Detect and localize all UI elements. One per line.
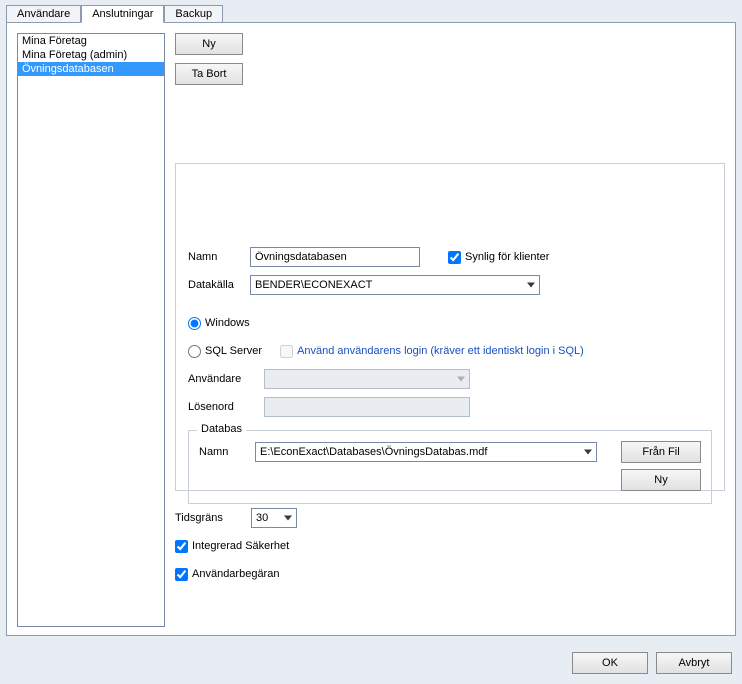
datasource-label: Datakälla [188,279,250,291]
user-request-label: Användarbegäran [192,568,279,580]
name-input[interactable] [250,247,420,267]
user-label: Användare [188,373,264,385]
datasource-value: BENDER\ECONEXACT [255,279,372,291]
use-user-login-label: Använd användarens login (kräver ett ide… [297,345,584,357]
user-request-checkbox[interactable] [175,568,188,581]
tab-users[interactable]: Användare [6,5,81,23]
auth-sqlserver-radio[interactable] [188,345,201,358]
db-path-combo[interactable]: E:\EconExact\Databases\ÖvningsDatabas.md… [255,442,597,462]
database-fieldset: Databas Namn E:\EconExact\Databases\Övni… [188,430,712,504]
new-connection-button[interactable]: Ny [175,33,243,55]
list-item[interactable]: Övningsdatabasen [18,62,164,76]
connection-details-group: Namn Synlig för klienter Datakälla BENDE… [175,163,725,491]
list-item[interactable]: Mina Företag (admin) [18,48,164,62]
db-new-button[interactable]: Ny [621,469,701,491]
tab-backup[interactable]: Backup [164,5,223,23]
visible-to-clients-label: Synlig för klienter [465,251,549,263]
auth-windows-radio[interactable] [188,317,201,330]
auth-sqlserver-label: SQL Server [205,345,262,357]
chevron-down-icon [584,450,592,455]
auth-windows-label: Windows [205,317,250,329]
timeout-label: Tidsgräns [175,512,251,524]
from-file-button[interactable]: Från Fil [621,441,701,463]
password-label: Lösenord [188,401,264,413]
list-item[interactable]: Mina Företag [18,34,164,48]
ok-button[interactable]: OK [572,652,648,674]
integrated-security-label: Integrerad Säkerhet [192,540,289,552]
db-path-value: E:\EconExact\Databases\ÖvningsDatabas.md… [260,446,487,458]
tab-bar: Användare Anslutningar Backup [0,0,742,22]
visible-to-clients-checkbox[interactable] [448,251,461,264]
tab-connections[interactable]: Anslutningar [81,5,164,23]
connections-panel: Mina FöretagMina Företag (admin)Övningsd… [6,22,736,636]
timeout-value: 30 [256,512,268,524]
delete-connection-button[interactable]: Ta Bort [175,63,243,85]
chevron-down-icon [457,377,465,382]
name-label: Namn [188,251,250,263]
right-column: Ny Ta Bort Namn Synlig för klienter Data… [175,33,725,625]
dialog-buttons: OK Avbryt [572,652,732,674]
datasource-combo[interactable]: BENDER\ECONEXACT [250,275,540,295]
cancel-button[interactable]: Avbryt [656,652,732,674]
use-user-login-checkbox[interactable] [280,345,293,358]
connections-listbox[interactable]: Mina FöretagMina Företag (admin)Övningsd… [17,33,165,627]
timeout-combo[interactable]: 30 [251,508,297,528]
user-combo [264,369,470,389]
password-input [264,397,470,417]
integrated-security-checkbox[interactable] [175,540,188,553]
chevron-down-icon [527,283,535,288]
chevron-down-icon [284,516,292,521]
database-legend: Databas [197,423,246,435]
db-name-label: Namn [199,446,255,458]
